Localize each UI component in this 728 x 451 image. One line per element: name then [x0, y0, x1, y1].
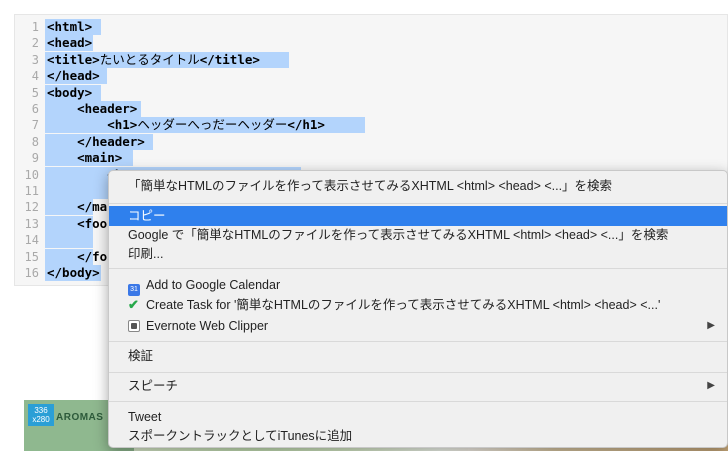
line-number: 6 [31, 102, 39, 116]
menu-item-speech[interactable]: スピーチ ▶ [109, 376, 727, 396]
code-token: </header> [47, 133, 145, 149]
code-text[interactable]: </ma [47, 199, 107, 215]
code-token: <title> [47, 51, 100, 67]
line-number: 10 [24, 167, 39, 182]
code-token: <main> [47, 150, 123, 166]
code-text[interactable]: </fo [47, 249, 107, 265]
code-text[interactable]: <header> [47, 101, 137, 117]
menu-item-tweet[interactable]: Tweet [109, 407, 727, 427]
code-line: 9 <main> [15, 150, 727, 167]
code-token: <header> [47, 101, 138, 116]
menu-item-label: Add to Google Calendar [146, 278, 281, 292]
line-number: 12 [24, 200, 39, 215]
menu-item-print[interactable]: 印刷... [109, 244, 727, 264]
code-token: <foo [47, 215, 108, 231]
code-text[interactable]: </body> [47, 265, 100, 281]
menu-item-label: 「簡単なHTMLのファイルを作って表示させてみるXHTML <html> <he… [128, 179, 613, 193]
ad-brand: AROMAS [56, 412, 104, 423]
code-line: 8 </header> [15, 133, 727, 150]
menu-item-label: スポークントラックとしてiTunesに追加 [128, 429, 353, 443]
code-token: <html> [47, 19, 93, 34]
line-number: 8 [31, 134, 39, 149]
menu-item-inspect[interactable]: 検証 [109, 346, 727, 366]
line-number: 11 [24, 184, 39, 198]
code-token: </h1> [287, 117, 325, 133]
code-token: <body> [47, 84, 93, 100]
context-menu: 「簡単なHTMLのファイルを作って表示させてみるXHTML <html> <he… [108, 170, 728, 448]
code-line: 7 <h1>ヘッダーへっだーヘッダー</h1> [15, 117, 727, 134]
line-number: 16 [24, 266, 39, 280]
code-token: </title> [199, 51, 260, 67]
menu-item-label: Create Task for '簡単なHTMLのファイルを作って表示させてみる… [146, 298, 661, 312]
code-line: 1 <html> [15, 19, 727, 35]
code-text[interactable]: <h1>ヘッダーへっだーヘッダー</h1> [47, 117, 325, 133]
menu-separator [109, 372, 727, 373]
line-number: 2 [31, 36, 39, 51]
code-text[interactable]: <html> [47, 19, 92, 35]
menu-separator [109, 268, 727, 269]
menu-item-label: Tweet [128, 410, 162, 424]
line-number: 1 [31, 20, 39, 34]
menu-item-label: スピーチ [128, 379, 179, 393]
code-token: <head> [47, 35, 93, 51]
line-number: 3 [31, 52, 39, 67]
code-token: たいとるタイトル [99, 51, 200, 67]
menu-item-evernote[interactable]: Evernote Web Clipper ▶ [109, 316, 727, 336]
submenu-arrow-icon: ▶ [707, 380, 715, 391]
code-text[interactable]: </head> [47, 68, 100, 84]
ad-size-label: 336 x280 [28, 404, 54, 426]
code-text[interactable]: <title>たいとるタイトル</title> [47, 52, 260, 68]
code-token: </ma [47, 199, 108, 215]
code-text[interactable]: <main> [47, 150, 122, 166]
code-text[interactable]: <foo [47, 216, 107, 232]
line-number: 14 [24, 233, 39, 248]
code-token: </head> [47, 68, 100, 84]
code-text[interactable]: </header> [47, 134, 145, 150]
code-line: 3 <title>たいとるタイトル</title> [15, 51, 727, 68]
menu-separator [109, 401, 727, 402]
menu-separator [109, 203, 727, 204]
code-token: ヘッダーへっだーヘッダー [137, 117, 288, 133]
code-token: </fo [47, 248, 108, 264]
submenu-arrow-icon: ▶ [707, 320, 715, 331]
selection-highlight [45, 232, 93, 249]
code-token: <h1> [47, 117, 138, 133]
menu-item-search-selection[interactable]: 「簡単なHTMLのファイルを作って表示させてみるXHTML <html> <he… [109, 176, 727, 196]
code-token: </body> [47, 265, 100, 280]
menu-item-label: Google で「簡単なHTMLのファイルを作って表示させてみるXHTML <h… [128, 228, 669, 242]
menu-separator [109, 341, 727, 342]
menu-item-itunes[interactable]: スポークントラックとしてiTunesに追加 [109, 426, 727, 446]
evernote-icon [128, 320, 140, 332]
code-text[interactable]: <body> [47, 85, 92, 101]
line-number: 13 [24, 216, 39, 231]
line-number: 5 [31, 85, 39, 100]
line-number: 4 [31, 69, 39, 84]
menu-item-google-calendar[interactable]: 31 Add to Google Calendar [109, 275, 727, 296]
menu-item-label: Evernote Web Clipper [146, 319, 269, 333]
line-number: 15 [24, 249, 39, 264]
code-line: 4 </head> [15, 68, 727, 85]
menu-item-copy[interactable]: コピー [109, 206, 727, 226]
menu-item-label: 印刷... [128, 247, 164, 261]
code-text[interactable]: <head> [47, 35, 92, 51]
menu-item-label: コピー [128, 209, 166, 223]
line-number: 7 [31, 118, 39, 133]
code-line: 2 <head> [15, 35, 727, 52]
menu-item-google-search[interactable]: Google で「簡単なHTMLのファイルを作って表示させてみるXHTML <h… [109, 225, 727, 245]
code-line: 5 <body> [15, 84, 727, 101]
checkmark-icon: ✔ [128, 297, 139, 312]
line-number: 9 [31, 151, 39, 166]
menu-item-create-task[interactable]: ✔ Create Task for '簡単なHTMLのファイルを作って表示させてみ… [109, 295, 727, 315]
code-line: 6 <header> [15, 101, 727, 117]
menu-item-label: 検証 [128, 349, 154, 363]
